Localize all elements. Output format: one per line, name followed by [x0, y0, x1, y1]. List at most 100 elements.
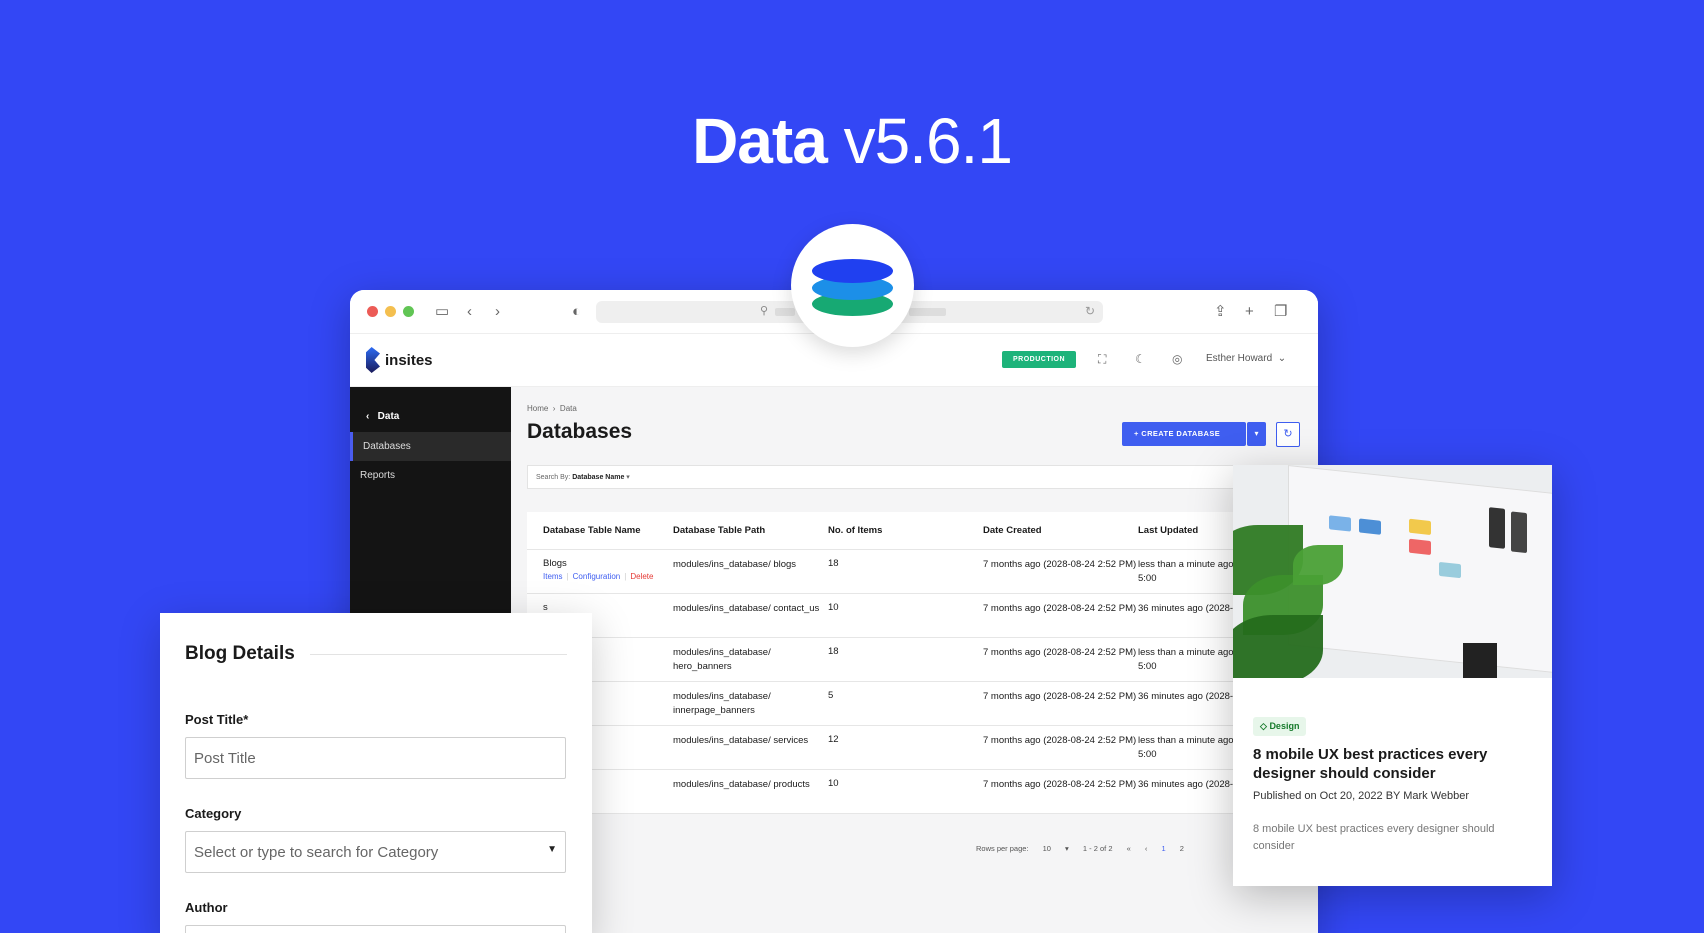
row-items: 18 [828, 558, 839, 569]
main-content: Home › Data Databases + CREATE DATABASE … [511, 387, 1318, 933]
row-items: 12 [828, 734, 839, 745]
hero-title-bold: Data [692, 105, 828, 177]
row-name[interactable]: Blogs [543, 558, 673, 569]
chevron-right-icon[interactable]: › [495, 303, 500, 321]
column-header[interactable]: Database Table Path [673, 524, 828, 538]
sidebar-back[interactable]: ‹ Data [350, 387, 511, 432]
article-image [1233, 465, 1552, 678]
url-placeholder [909, 308, 946, 316]
breadcrumb-home[interactable]: Home [527, 404, 548, 413]
rows-per-page-select[interactable]: 10 [1043, 844, 1051, 853]
logo-mark [366, 347, 380, 373]
tag-label: Design [1269, 721, 1300, 731]
divider [310, 654, 567, 655]
post-title-input[interactable]: Post Title [185, 737, 566, 779]
url-placeholder [775, 308, 795, 316]
delete-link[interactable]: Delete [630, 572, 653, 581]
table-row[interactable]: ers modules/ins_database/ hero_banners 1… [527, 638, 1297, 682]
column-header[interactable]: Database Table Name [527, 525, 673, 536]
row-items: 10 [828, 602, 839, 613]
row-created: 7 months ago (2028-08-24 2:52 PM) [983, 559, 1137, 570]
first-page-button[interactable]: « [1127, 844, 1131, 853]
article-title[interactable]: 8 mobile UX best practices every designe… [1253, 745, 1538, 783]
user-menu[interactable]: Esther Howard ⌄ [1206, 353, 1286, 364]
row-created: 7 months ago (2028-08-24 2:52 PM) [983, 735, 1137, 746]
plus-icon[interactable]: + [1245, 303, 1254, 321]
blog-details-panel: Blog Details Post Title* Post Title Cate… [160, 613, 592, 933]
breadcrumb: Home › Data [527, 404, 577, 413]
row-items: 18 [828, 646, 839, 657]
search-icon: ⚲ [760, 305, 769, 317]
share-icon[interactable]: ⇪ [1214, 303, 1227, 321]
table-row[interactable]: Blogs Items | Configuration | Delete modules… [527, 550, 1297, 594]
article-description: 8 mobile UX best practices every designe… [1253, 823, 1495, 852]
panel-title: Blog Details [185, 643, 295, 664]
column-header[interactable]: No. of Items [828, 525, 983, 536]
row-created: 7 months ago (2028-08-24 2:52 PM) [983, 691, 1137, 702]
row-items: 5 [828, 690, 834, 701]
table-header: Database Table Name Database Table Path … [527, 512, 1297, 550]
table-row[interactable]: s modules/ins_database/ contact_us 10 7 … [527, 594, 1297, 638]
sidebar-item-reports[interactable]: Reports [350, 461, 511, 490]
article-card[interactable]: ◇ Design 8 mobile UX best practices ever… [1233, 465, 1552, 886]
row-path: modules/ins_database/ products [673, 779, 810, 790]
caret-down-icon: ▼ [547, 844, 557, 855]
author-label: Author [185, 900, 228, 915]
row-path: modules/ins_database/ contact_us [673, 603, 820, 614]
database-logo-disc [791, 224, 914, 347]
hero-title: Data v5.6.1 [0, 104, 1704, 178]
items-link[interactable]: Items [543, 572, 563, 581]
breadcrumb-sep: › [552, 404, 556, 413]
close-dot[interactable] [367, 306, 378, 317]
tabs-icon[interactable]: ❐ [1274, 303, 1287, 321]
hero-title-version: v5.6.1 [843, 105, 1013, 177]
shield-icon: ◐ [572, 303, 582, 320]
row-items: 10 [828, 778, 839, 789]
user-name: Esther Howard [1206, 353, 1273, 364]
category-tag[interactable]: ◇ Design [1253, 717, 1307, 736]
post-title-label: Post Title* [185, 712, 249, 727]
breadcrumb-current: Data [559, 404, 577, 413]
category-select[interactable]: Select or type to search for Category ▼ [185, 831, 566, 873]
category-label: Category [185, 806, 242, 821]
chevron-left-icon[interactable]: ‹ [467, 303, 472, 321]
minimize-dot[interactable] [385, 306, 396, 317]
table-row[interactable]: Banners modules/ins_database/ innerpage_… [527, 682, 1297, 726]
sidebar-item-databases[interactable]: Databases [350, 432, 511, 461]
configuration-link[interactable]: Configuration [573, 572, 621, 581]
search-field-select[interactable]: Database Name [572, 474, 624, 481]
reload-icon[interactable]: ↻ [1085, 304, 1095, 318]
row-created: 7 months ago (2028-08-24 2:52 PM) [983, 647, 1137, 658]
sidebar-item-label: Reports [360, 470, 396, 481]
search-bar[interactable]: Search By: Database Name ▾ [527, 465, 1297, 489]
databases-table: Database Table Name Database Table Path … [527, 512, 1297, 814]
category-placeholder: Select or type to search for Category [194, 844, 439, 861]
refresh-button[interactable]: ↻ [1276, 422, 1300, 447]
moon-icon[interactable]: ☾ [1135, 352, 1146, 366]
sidebar-back-label: Data [377, 411, 400, 422]
sidebar-icon[interactable]: ▭ [435, 303, 449, 321]
table-row[interactable]: modules/ins_database/ products 10 7 mont… [527, 770, 1297, 814]
table-row[interactable]: modules/ins_database/ services 12 7 mont… [527, 726, 1297, 770]
database-layer-icon [812, 259, 893, 283]
monitor-stand [1463, 643, 1497, 678]
row-path: modules/ins_database/ innerpage_banners [673, 691, 771, 716]
search-prefix: Search By: [536, 474, 571, 481]
author-input[interactable] [185, 925, 566, 933]
maximize-dot[interactable] [403, 306, 414, 317]
create-database-button[interactable]: + CREATE DATABASE [1122, 422, 1246, 446]
page-2-button[interactable]: 2 [1180, 844, 1184, 853]
page-1-button[interactable]: 1 [1161, 844, 1165, 853]
tag-icon: ◇ [1260, 721, 1267, 731]
article-meta: Published on Oct 20, 2022 BY Mark Webber [1253, 790, 1470, 802]
column-header[interactable]: Date Created [983, 524, 1138, 538]
create-dropdown-button[interactable]: ▾ [1247, 422, 1266, 446]
fullscreen-icon[interactable]: ⛶ [1098, 352, 1106, 367]
prev-page-button[interactable]: ‹ [1145, 844, 1148, 853]
logo[interactable]: insites [366, 347, 433, 373]
pagination: Rows per page: 10 ▾ 1 - 2 of 2 « ‹ 1 2 [976, 844, 1184, 853]
row-path: modules/ins_database/ blogs [673, 559, 797, 570]
help-icon[interactable]: ◎ [1172, 352, 1182, 366]
row-path: modules/ins_database/ hero_banners [673, 647, 771, 672]
page-title: Databases [527, 420, 633, 443]
